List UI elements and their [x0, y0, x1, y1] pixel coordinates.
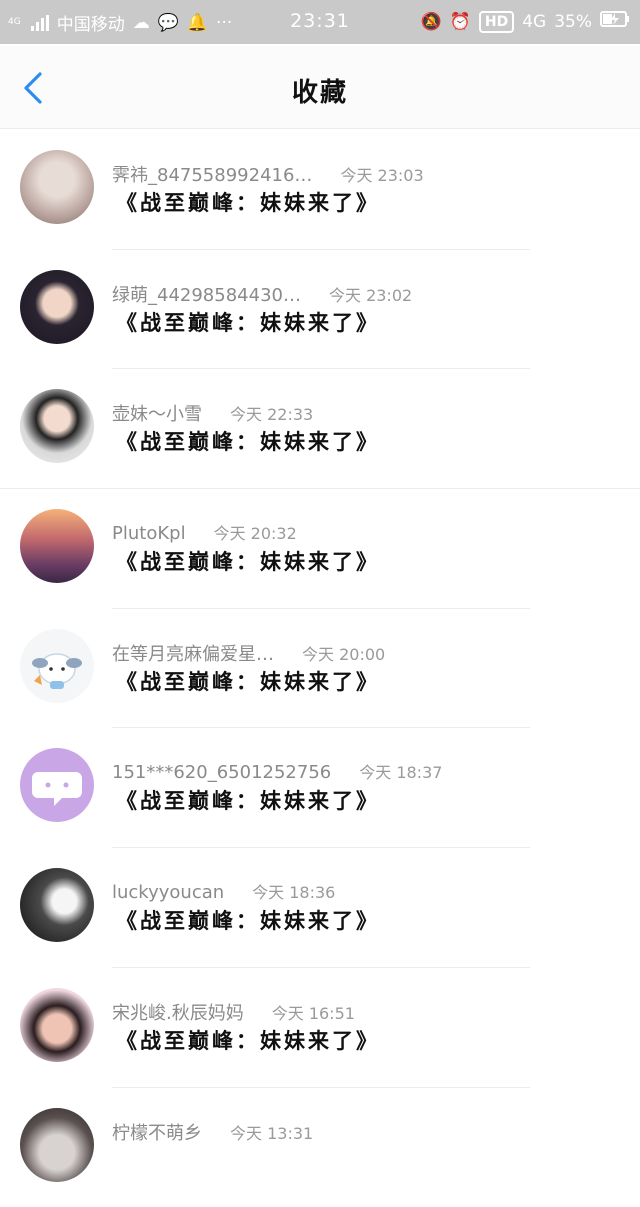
timestamp: 今天 16:51 [272, 1000, 355, 1024]
user-name[interactable]: 在等月亮麻偏爱星… [112, 640, 274, 666]
list-item[interactable]: 在等月亮麻偏爱星… 今天 20:00 《战至巅峰：妹妹来了》 [0, 609, 640, 729]
list-item[interactable]: 151***620_6501252756 今天 18:37 《战至巅峰：妹妹来了… [0, 728, 640, 848]
list-item[interactable]: 宋兆峻.秋辰妈妈 今天 16:51 《战至巅峰：妹妹来了》 [0, 968, 640, 1088]
alarm-icon: ⏰ [450, 12, 471, 32]
mute-bell-icon: 🔕 [421, 12, 442, 32]
list-item[interactable]: 绿萌_44298584430… 今天 23:02 《战至巅峰：妹妹来了》 [0, 250, 640, 370]
avatar[interactable] [20, 509, 94, 583]
item-content[interactable]: 《战至巅峰：妹妹来了》 [116, 785, 380, 815]
page-title: 收藏 [0, 72, 640, 109]
item-content[interactable]: 《战至巅峰：妹妹来了》 [116, 1025, 380, 1055]
avatar[interactable] [20, 748, 94, 822]
user-name[interactable]: 壶妹～小雪 [112, 400, 202, 426]
item-meta: 霁祎_847558992416… 今天 23:03 [112, 161, 424, 187]
item-content[interactable]: 《战至巅峰：妹妹来了》 [116, 187, 380, 217]
timestamp: 今天 18:36 [252, 879, 335, 903]
item-content[interactable]: 《战至巅峰：妹妹来了》 [116, 307, 380, 337]
item-content[interactable]: 《战至巅峰：妹妹来了》 [116, 905, 380, 935]
timestamp: 今天 13:31 [230, 1120, 313, 1144]
item-content[interactable]: 《战至巅峰：妹妹来了》 [116, 546, 380, 576]
item-meta: 绿萌_44298584430… 今天 23:02 [112, 281, 412, 307]
timestamp: 今天 23:03 [340, 162, 423, 186]
avatar[interactable] [20, 1108, 94, 1182]
list-item[interactable]: 壶妹～小雪 今天 22:33 《战至巅峰：妹妹来了》 [0, 369, 640, 489]
battery-icon [600, 10, 630, 33]
chat-bubble-avatar-icon [20, 748, 94, 822]
battery-percent: 35% [554, 12, 592, 32]
item-meta: 在等月亮麻偏爱星… 今天 20:00 [112, 640, 385, 666]
item-meta: 柠檬不萌乡 今天 13:31 [112, 1119, 313, 1145]
user-name[interactable]: 151***620_6501252756 [112, 762, 331, 783]
item-meta: 151***620_6501252756 今天 18:37 [112, 759, 442, 783]
list-item[interactable]: 柠檬不萌乡 今天 13:31 [0, 1088, 640, 1207]
timestamp: 今天 23:02 [329, 282, 412, 306]
timestamp: 今天 18:37 [359, 759, 442, 783]
avatar[interactable] [20, 868, 94, 942]
avatar[interactable] [20, 629, 94, 703]
timestamp: 今天 20:00 [302, 641, 385, 665]
list-item[interactable]: luckyyoucan 今天 18:36 《战至巅峰：妹妹来了》 [0, 848, 640, 968]
list-item[interactable]: 霁祎_847558992416… 今天 23:03 《战至巅峰：妹妹来了》 [0, 130, 640, 250]
status-bar: 4G 中国移动 ☁ 💬 🔔 ··· 23:31 🔕 ⏰ HD 4G 35% [0, 0, 640, 44]
item-content[interactable]: 《战至巅峰：妹妹来了》 [116, 666, 380, 696]
network-type: 4G [522, 12, 546, 32]
item-meta: 壶妹～小雪 今天 22:33 [112, 400, 313, 426]
user-name[interactable]: 柠檬不萌乡 [112, 1119, 202, 1145]
user-name[interactable]: 宋兆峻.秋辰妈妈 [112, 999, 244, 1025]
item-content[interactable]: 《战至巅峰：妹妹来了》 [116, 426, 380, 456]
puppy-avatar-art [20, 629, 94, 703]
user-name[interactable]: 绿萌_44298584430… [112, 281, 301, 307]
nav-header: 收藏 [0, 46, 640, 129]
timestamp: 今天 20:32 [214, 520, 297, 544]
item-meta: PlutoKpl 今天 20:32 [112, 520, 297, 544]
avatar[interactable] [20, 270, 94, 344]
favorites-list: 霁祎_847558992416… 今天 23:03 《战至巅峰：妹妹来了》 绿萌… [0, 130, 640, 1207]
avatar[interactable] [20, 988, 94, 1062]
user-name[interactable]: luckyyoucan [112, 882, 224, 903]
avatar[interactable] [20, 389, 94, 463]
hd-badge: HD [479, 11, 514, 33]
status-right: 🔕 ⏰ HD 4G 35% [421, 10, 630, 33]
user-name[interactable]: PlutoKpl [112, 523, 186, 544]
avatar[interactable] [20, 150, 94, 224]
timestamp: 今天 22:33 [230, 401, 313, 425]
user-name[interactable]: 霁祎_847558992416… [112, 161, 312, 187]
item-meta: 宋兆峻.秋辰妈妈 今天 16:51 [112, 999, 355, 1025]
list-item[interactable]: PlutoKpl 今天 20:32 《战至巅峰：妹妹来了》 [0, 489, 640, 609]
item-meta: luckyyoucan 今天 18:36 [112, 879, 335, 903]
